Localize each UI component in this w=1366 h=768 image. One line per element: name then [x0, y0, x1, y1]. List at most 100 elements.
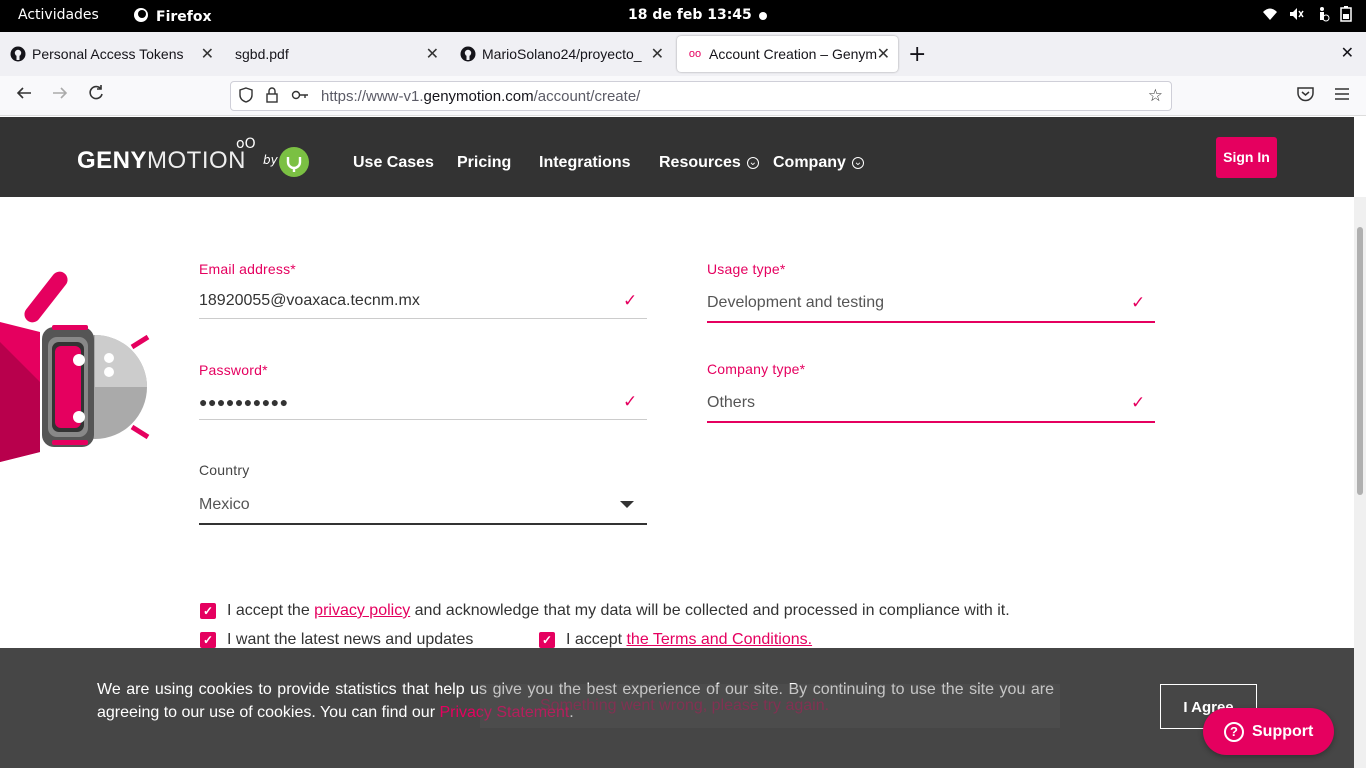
company-type-underline — [707, 421, 1155, 423]
error-text: Something went wrong, please try again. — [540, 697, 830, 714]
reload-icon[interactable] — [87, 84, 105, 107]
email-label: Email address* — [199, 261, 296, 277]
country-select[interactable]: Country Mexico — [199, 462, 647, 526]
nav-pricing[interactable]: Pricing — [457, 154, 511, 172]
logo-thin: MOTION — [147, 147, 247, 174]
tab-personal-access-tokens[interactable]: Personal Access Tokens ✕ — [0, 36, 222, 72]
close-tab-icon[interactable]: ✕ — [877, 44, 890, 64]
key-icon[interactable] — [291, 87, 309, 106]
usage-type-label: Usage type* — [707, 261, 786, 277]
email-field[interactable]: Email address* 18920055@voaxaca.tecnm.mx… — [199, 261, 647, 319]
company-type-select[interactable]: Company type* Others ✓ — [707, 361, 1155, 424]
nav-company[interactable]: Company ⌄ — [773, 154, 864, 172]
password-valid-check-icon: ✓ — [623, 392, 638, 411]
company-valid-check-icon: ✓ — [1131, 393, 1146, 412]
navigation-toolbar: https://www-v1.genymotion.com/account/cr… — [0, 76, 1366, 116]
chevron-down-icon: ⌄ — [851, 157, 864, 169]
notification-dot — [759, 12, 767, 20]
url-domain: genymotion.com — [423, 88, 534, 105]
nav-integrations[interactable]: Integrations — [539, 154, 631, 172]
url-bar[interactable]: https://www-v1.genymotion.com/account/cr… — [230, 81, 1172, 111]
usage-type-value: Development and testing — [707, 294, 884, 311]
privacy-policy-link[interactable]: privacy policy — [314, 602, 410, 619]
wifi-icon — [1262, 6, 1278, 26]
tab-title: MarioSolano24/proyecto_ — [482, 46, 642, 62]
url-prefix: https://www-v1. — [321, 88, 424, 105]
sign-in-button[interactable]: Sign In — [1216, 137, 1277, 178]
country-value: Mexico — [199, 496, 250, 513]
lock-icon[interactable] — [265, 87, 279, 106]
country-underline — [199, 523, 647, 525]
support-button[interactable]: ? Support — [1203, 708, 1334, 755]
tab-title: Account Creation – Genym — [709, 46, 877, 62]
error-message-behind-banner: Something went wrong, please try again. — [480, 684, 1060, 728]
news-consent-text: I want the latest news and updates — [227, 631, 474, 648]
terms-link[interactable]: the Terms and Conditions. — [626, 631, 812, 648]
usage-valid-check-icon: ✓ — [1131, 293, 1146, 312]
email-valid-check-icon: ✓ — [623, 291, 638, 310]
bookmark-star-icon[interactable]: ☆ — [1148, 86, 1163, 106]
nav-label: Pricing — [457, 154, 512, 171]
close-tab-icon[interactable]: ✕ — [201, 44, 214, 64]
activities-button[interactable]: Actividades — [18, 7, 99, 23]
dropdown-arrow-icon — [620, 501, 634, 508]
nav-label: Resources — [659, 154, 741, 171]
close-tab-icon[interactable]: ✕ — [651, 44, 664, 64]
country-label: Country — [199, 462, 250, 478]
usage-type-select[interactable]: Usage type* Development and testing ✓ — [707, 261, 1155, 324]
tab-bar: Personal Access Tokens ✕ sgbd.pdf ✕ Mari… — [0, 32, 1366, 76]
terms-consent-row: ✓ I accept the Terms and Conditions. — [539, 631, 812, 649]
brand-badge-icon — [279, 147, 309, 177]
chevron-down-icon: ⌄ — [746, 157, 759, 169]
github-icon — [10, 46, 26, 62]
nav-use-cases[interactable]: Use Cases — [353, 154, 434, 172]
privacy-post: and acknowledge that my data will be col… — [410, 602, 1010, 619]
back-icon[interactable] — [15, 84, 33, 107]
logo-bold: GENY — [77, 147, 148, 174]
email-input-value[interactable]: 18920055@voaxaca.tecnm.mx — [199, 292, 420, 310]
tab-sgbd-pdf[interactable]: sgbd.pdf ✕ — [225, 36, 447, 72]
accessibility-icon — [1314, 6, 1330, 26]
company-type-label: Company type* — [707, 361, 806, 377]
nav-label: Integrations — [539, 154, 631, 171]
battery-icon — [1340, 6, 1352, 26]
privacy-pre: I accept the — [227, 602, 315, 619]
password-field[interactable]: Password* ●●●●●●●●●● ✓ — [199, 362, 647, 420]
nav-label: Company — [773, 154, 846, 171]
genymotion-icon: oo — [688, 48, 702, 60]
tab-title: sgbd.pdf — [235, 46, 289, 62]
news-checkbox[interactable]: ✓ — [200, 632, 216, 648]
password-input-value[interactable]: ●●●●●●●●●● — [199, 394, 289, 410]
os-top-bar: Actividades Firefox 18 de feb 13:45 — [0, 0, 1366, 32]
company-type-value: Others — [707, 394, 756, 411]
genymotion-logo[interactable]: GENYMOTION — [77, 147, 246, 175]
help-icon: ? — [1224, 721, 1244, 742]
news-consent-row: ✓ I want the latest news and updates — [200, 631, 473, 649]
terms-consent-text: I accept the Terms and Conditions. — [566, 631, 812, 649]
close-tab-icon[interactable]: ✕ — [426, 44, 439, 64]
forward-icon[interactable] — [51, 84, 69, 107]
url-text: https://www-v1.genymotion.com/account/cr… — [321, 88, 640, 105]
support-label: Support — [1252, 722, 1314, 740]
github-icon — [460, 46, 476, 62]
nav-label: Use Cases — [353, 154, 434, 171]
logo-eyes-icon: oO — [236, 136, 256, 152]
menu-icon[interactable] — [1334, 86, 1350, 107]
system-tray[interactable] — [1262, 6, 1352, 26]
app-menu[interactable]: Firefox — [133, 7, 212, 27]
terms-checkbox[interactable]: ✓ — [539, 632, 555, 648]
close-window-icon[interactable]: ✕ — [1341, 43, 1354, 62]
logo-by: by — [263, 153, 278, 167]
scrollbar-thumb[interactable] — [1357, 227, 1363, 495]
shield-icon[interactable] — [239, 87, 253, 106]
clock[interactable]: 18 de feb 13:45 — [628, 7, 752, 23]
new-tab-icon[interactable]: + — [908, 42, 926, 67]
tab-github-repo[interactable]: MarioSolano24/proyecto_ ✕ — [450, 36, 672, 72]
nav-resources[interactable]: Resources ⌄ — [659, 154, 759, 172]
firefox-icon — [133, 7, 149, 27]
tab-account-creation[interactable]: oo Account Creation – Genym ✕ — [677, 36, 898, 72]
pocket-icon[interactable] — [1297, 86, 1314, 107]
volume-icon — [1288, 6, 1304, 26]
email-underline — [199, 318, 647, 319]
privacy-checkbox[interactable]: ✓ — [200, 603, 216, 619]
